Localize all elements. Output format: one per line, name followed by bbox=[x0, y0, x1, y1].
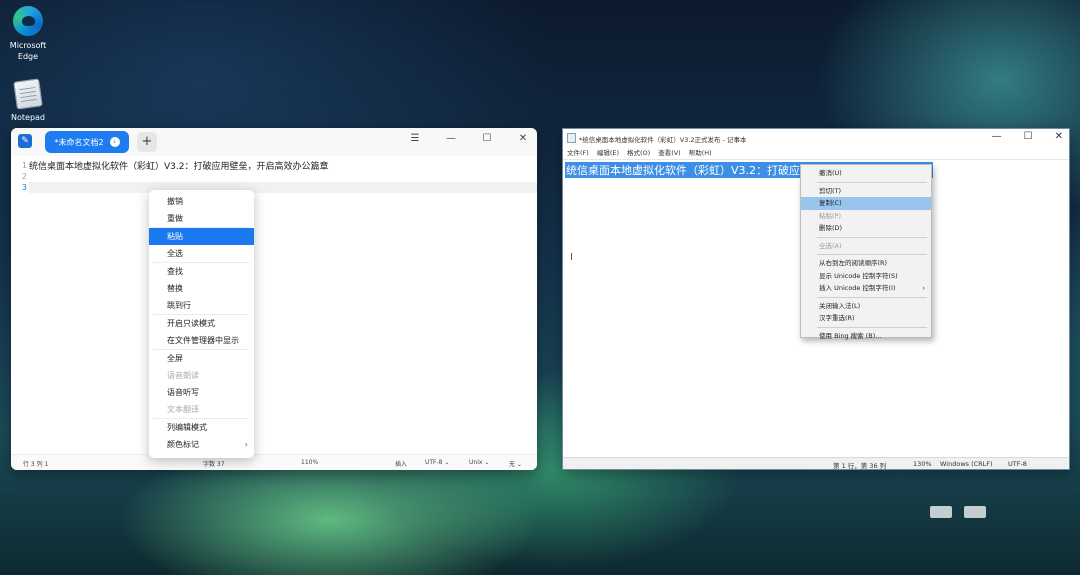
menu-item-select-all[interactable]: 全选 bbox=[149, 245, 254, 262]
menu-bar: 文件(F) 编辑(E) 格式(O) 查看(V) 帮助(H) bbox=[563, 147, 1069, 159]
menu-icon[interactable]: ☰ bbox=[409, 133, 421, 144]
close-button[interactable]: ✕ bbox=[1055, 131, 1063, 142]
text-editor-window: ✎ *未命名文档2 › + ☰ — ☐ ✕ 1 2 3 统信桌面本地虚拟化软件（… bbox=[11, 128, 537, 470]
menu-item-redo[interactable]: 重做 bbox=[149, 210, 254, 227]
menu-separator bbox=[817, 236, 927, 238]
menu-item-copy[interactable]: 复制(C) bbox=[801, 197, 931, 210]
line-number: 2 bbox=[21, 172, 27, 181]
close-tab-icon[interactable]: › bbox=[109, 137, 120, 147]
menu-item-paste[interactable]: 粘贴 bbox=[149, 228, 254, 245]
line-number: 3 bbox=[21, 183, 27, 192]
app-icon[interactable]: ✎ bbox=[18, 134, 32, 148]
menu-item-show-in-file-manager[interactable]: 在文件管理器中显示 bbox=[149, 332, 254, 349]
menu-item-goto-line[interactable]: 跳到行 bbox=[149, 297, 254, 314]
menu-item-undo[interactable]: 撤销 bbox=[149, 193, 254, 210]
cursor-position: 第 1 行，第 36 列 bbox=[833, 462, 887, 470]
tab-title: *未命名文档2 bbox=[54, 137, 104, 147]
chevron-right-icon: › bbox=[922, 284, 925, 292]
current-line-highlight bbox=[29, 182, 537, 193]
menu-separator bbox=[817, 254, 927, 255]
desktop-icon-label: Microsoft bbox=[9, 41, 47, 50]
menu-item-dictation[interactable]: 语音听写 bbox=[149, 384, 254, 401]
menu-item-column-mode[interactable]: 列编辑模式 bbox=[149, 419, 254, 436]
menu-item-cut[interactable]: 剪切(T) bbox=[801, 185, 931, 198]
line-number-gutter: 1 2 3 bbox=[11, 160, 27, 193]
maximize-button[interactable]: ☐ bbox=[1024, 131, 1033, 142]
menu-item-undo[interactable]: 撤消(U) bbox=[801, 167, 931, 180]
desktop-icon-notepad[interactable]: Notepad bbox=[0, 78, 56, 123]
zoom-level: 130% bbox=[913, 460, 932, 468]
menu-item-replace[interactable]: 替换 bbox=[149, 280, 254, 297]
desktop-icon-edge[interactable]: Microsoft Edge bbox=[0, 6, 56, 62]
menu-item-label: 插入 Unicode 控制字符(I) bbox=[819, 284, 896, 292]
insert-mode[interactable]: 插入 bbox=[395, 459, 407, 468]
menu-item-text-to-speech: 语音朗读 bbox=[167, 371, 199, 380]
menu-separator bbox=[817, 181, 927, 183]
menu-item-readonly[interactable]: 开启只读模式 bbox=[149, 315, 254, 332]
status-bar: 第 1 行，第 36 列 130% Windows (CRLF) UTF-8 bbox=[563, 457, 1069, 469]
menu-item-close-ime[interactable]: 关闭输入法(L) bbox=[801, 300, 931, 313]
menu-help[interactable]: 帮助(H) bbox=[689, 147, 712, 159]
editor-context-menu: 撤销 重做 粘贴 全选 查找 替换 跳到行 开启只读模式 在文件管理器中显示 全… bbox=[149, 190, 254, 458]
menu-item-label: 颜色标记 bbox=[167, 440, 199, 449]
notepad-icon bbox=[567, 133, 576, 143]
menu-item-color-mark[interactable]: 颜色标记 › bbox=[149, 436, 254, 453]
title-bar[interactable]: *统信桌面本地虚拟化软件（彩虹）V3.2正式发布 - 记事本 — ☐ ✕ bbox=[563, 129, 1069, 147]
editor-area[interactable]: 1 2 3 统信桌面本地虚拟化软件（彩虹）V3.2：打破应用壁垒，开启高效办公篇… bbox=[11, 156, 537, 454]
encoding-select[interactable]: UTF-8 ⌄ bbox=[425, 459, 449, 466]
menu-separator bbox=[817, 326, 927, 328]
char-count: 字数 37 bbox=[203, 461, 225, 468]
encoding: UTF-8 bbox=[1008, 460, 1027, 468]
highlight-select[interactable]: 无 ⌄ bbox=[509, 459, 522, 468]
text-cursor-icon: I bbox=[570, 252, 573, 263]
menu-item-delete[interactable]: 删除(D) bbox=[801, 222, 931, 235]
menu-item-fullscreen[interactable]: 全屏 bbox=[149, 350, 254, 367]
line-ending-select[interactable]: Unix ⌄ bbox=[469, 459, 489, 466]
line-ending: Windows (CRLF) bbox=[940, 460, 993, 468]
desktop-icon-label: Edge bbox=[17, 52, 39, 61]
menu-file[interactable]: 文件(F) bbox=[567, 147, 589, 159]
menu-view[interactable]: 查看(V) bbox=[658, 147, 681, 159]
close-button[interactable]: ✕ bbox=[517, 133, 529, 144]
maximize-button[interactable]: ☐ bbox=[481, 133, 493, 144]
menu-item-show-unicode[interactable]: 显示 Unicode 控制字符(S) bbox=[801, 270, 931, 283]
edge-icon bbox=[13, 6, 43, 36]
chevron-right-icon: › bbox=[244, 440, 248, 449]
window-title: *统信桌面本地虚拟化软件（彩虹）V3.2正式发布 - 记事本 bbox=[579, 136, 747, 144]
zoom-level: 110% bbox=[301, 459, 319, 466]
desktop-icon-label: Notepad bbox=[11, 113, 45, 122]
menu-item-bing-search[interactable]: 使用 Bing 搜索 (B)... bbox=[801, 330, 931, 343]
menu-item-select-all: 全选(A) bbox=[819, 241, 842, 250]
menu-edit[interactable]: 编辑(E) bbox=[597, 147, 619, 159]
menu-item-rtl-reading[interactable]: 从右到左的阅读顺序(R) bbox=[801, 257, 931, 270]
cursor-position: 行 3 列 1 bbox=[23, 461, 49, 468]
line-number: 1 bbox=[21, 161, 27, 170]
notepad-context-menu: 撤消(U) 剪切(T) 复制(C) 粘贴(P) 删除(D) 全选(A) 从右到左… bbox=[800, 164, 932, 340]
editor-line: 统信桌面本地虚拟化软件（彩虹）V3.2：打破应用壁垒，开启高效办公篇章 bbox=[29, 162, 329, 172]
notepad-icon bbox=[13, 78, 43, 110]
status-bar: 行 3 列 1 字数 37 110% 插入 UTF-8 ⌄ Unix ⌄ 无 ⌄ bbox=[11, 454, 537, 470]
menu-item-find[interactable]: 查找 bbox=[149, 263, 254, 280]
menu-item-paste: 粘贴(P) bbox=[819, 211, 841, 220]
menu-format[interactable]: 格式(O) bbox=[627, 147, 650, 159]
menu-item-insert-unicode[interactable]: 插入 Unicode 控制字符(I) › bbox=[801, 282, 931, 295]
watermark-logo bbox=[930, 506, 986, 518]
minimize-button[interactable]: — bbox=[992, 131, 1002, 142]
minimize-button[interactable]: — bbox=[445, 133, 457, 144]
menu-separator bbox=[817, 296, 927, 298]
menu-item-reconversion[interactable]: 汉字重选(R) bbox=[801, 312, 931, 325]
tab-document[interactable]: *未命名文档2 › bbox=[45, 131, 129, 153]
title-bar[interactable]: ✎ *未命名文档2 › + ☰ — ☐ ✕ bbox=[11, 128, 537, 156]
new-tab-button[interactable]: + bbox=[137, 132, 157, 152]
menu-item-translate: 文本翻译 bbox=[167, 405, 199, 414]
